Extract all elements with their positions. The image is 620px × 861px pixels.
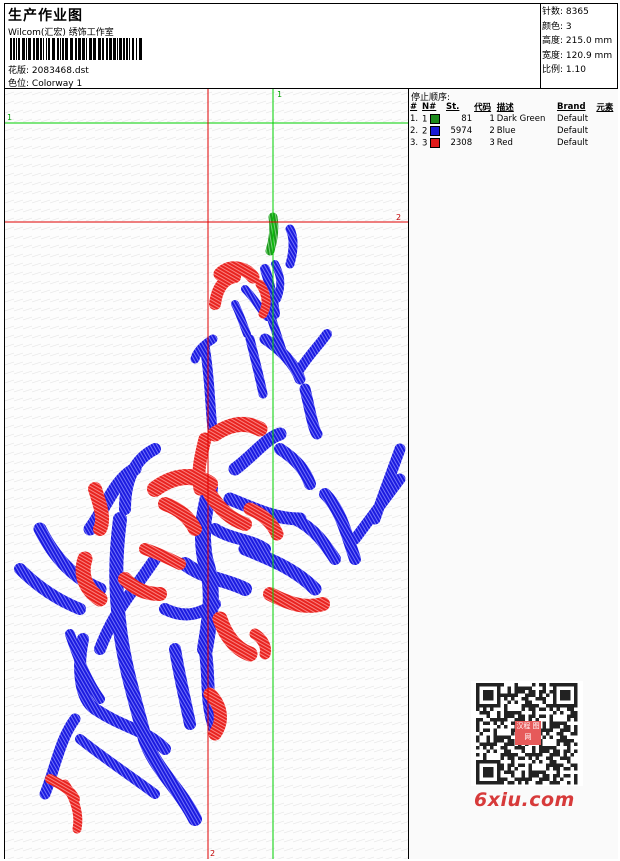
stop-row: 2. 2 5974 2 Blue Default bbox=[409, 125, 618, 137]
embroidery-artwork: 1 1 2 2 bbox=[5, 89, 408, 859]
color-swatch bbox=[430, 137, 441, 148]
header: 生产作业图 Wilcom(汇宏) 绣饰工作室 花版: 2083468.dst 色… bbox=[4, 3, 540, 89]
col-num: # bbox=[410, 102, 418, 112]
guide-red-h-label: 2 bbox=[396, 213, 401, 222]
stop-description: Blue bbox=[496, 126, 516, 136]
stop-num: 1. bbox=[410, 114, 419, 124]
stop-element bbox=[595, 137, 618, 149]
stat-colors: 颜色: 3 bbox=[542, 21, 572, 32]
stop-needle: 2 bbox=[421, 125, 445, 137]
col-code: 代码 bbox=[474, 103, 492, 113]
stat-width: 宽度: 120.9 mm bbox=[542, 50, 613, 61]
stop-sequence-table: # N# St. 代码 描述 Brand 元素 1. 1 81 1 Dark Gree… bbox=[409, 101, 618, 149]
stop-description: Red bbox=[496, 138, 513, 148]
stop-needle: 3 bbox=[421, 137, 445, 149]
watermark-text: 6xiu.com bbox=[474, 789, 575, 811]
stop-element bbox=[595, 125, 618, 137]
stat-scale: 比例: 1.10 bbox=[542, 65, 586, 76]
stop-element bbox=[595, 113, 618, 125]
color-swatch bbox=[430, 113, 441, 124]
stop-code: 2 bbox=[489, 126, 495, 136]
stop-num: 2. bbox=[410, 126, 419, 136]
stop-num: 3. bbox=[410, 138, 419, 148]
guide-red-v-label: 2 bbox=[210, 849, 215, 858]
stop-brand: Default bbox=[556, 114, 589, 124]
col-stitches: St. bbox=[445, 102, 460, 112]
stop-row: 3. 3 2308 3 Red Default bbox=[409, 137, 618, 149]
stop-stitches: 2308 bbox=[450, 138, 473, 148]
page-title: 生产作业图 bbox=[8, 8, 83, 24]
header-divider bbox=[540, 3, 541, 89]
stop-brand: Default bbox=[556, 126, 589, 136]
stop-sequence-panel: 停止顺序: # N# St. 代码 描述 Brand 元素 1. 1 81 1 Dar… bbox=[409, 89, 618, 859]
col-needle: N# bbox=[422, 102, 437, 112]
stop-code: 3 bbox=[489, 138, 495, 148]
company-name: Wilcom(汇宏) 绣饰工作室 bbox=[8, 28, 114, 38]
stop-description: Dark Green bbox=[496, 114, 546, 124]
guide-green-v-label: 1 bbox=[277, 90, 282, 99]
design-canvas: 1 1 2 2 bbox=[5, 89, 408, 859]
stop-stitches: 5974 bbox=[450, 126, 473, 136]
stop-brand: Default bbox=[556, 138, 589, 148]
guide-green-h-label: 1 bbox=[7, 113, 12, 122]
color-swatch bbox=[430, 125, 441, 136]
design-stats: 针数: 8365 颜色: 3 高度: 215.0 mm 宽度: 120.9 mm… bbox=[542, 5, 612, 78]
barcode bbox=[10, 38, 142, 60]
stop-stitches: 81 bbox=[461, 114, 473, 124]
stop-code: 1 bbox=[489, 114, 495, 124]
stop-table-header: # N# St. 代码 描述 Brand 元素 bbox=[409, 101, 618, 113]
qr-code: 汉程 图网 bbox=[471, 681, 583, 786]
stat-stitches: 针数: 8365 bbox=[542, 7, 589, 17]
col-description: 描述 bbox=[496, 103, 514, 113]
design-file-value: 2083468.dst bbox=[31, 66, 89, 76]
design-file: 花版: 2083468.dst bbox=[8, 66, 89, 76]
qr-logo: 汉程 图网 bbox=[515, 721, 541, 745]
col-brand: Brand bbox=[556, 102, 586, 112]
col-element: 元素 bbox=[596, 103, 614, 113]
stop-needle: 1 bbox=[421, 113, 445, 125]
stat-height: 高度: 215.0 mm bbox=[542, 36, 613, 47]
stop-row: 1. 1 81 1 Dark Green Default bbox=[409, 113, 618, 125]
